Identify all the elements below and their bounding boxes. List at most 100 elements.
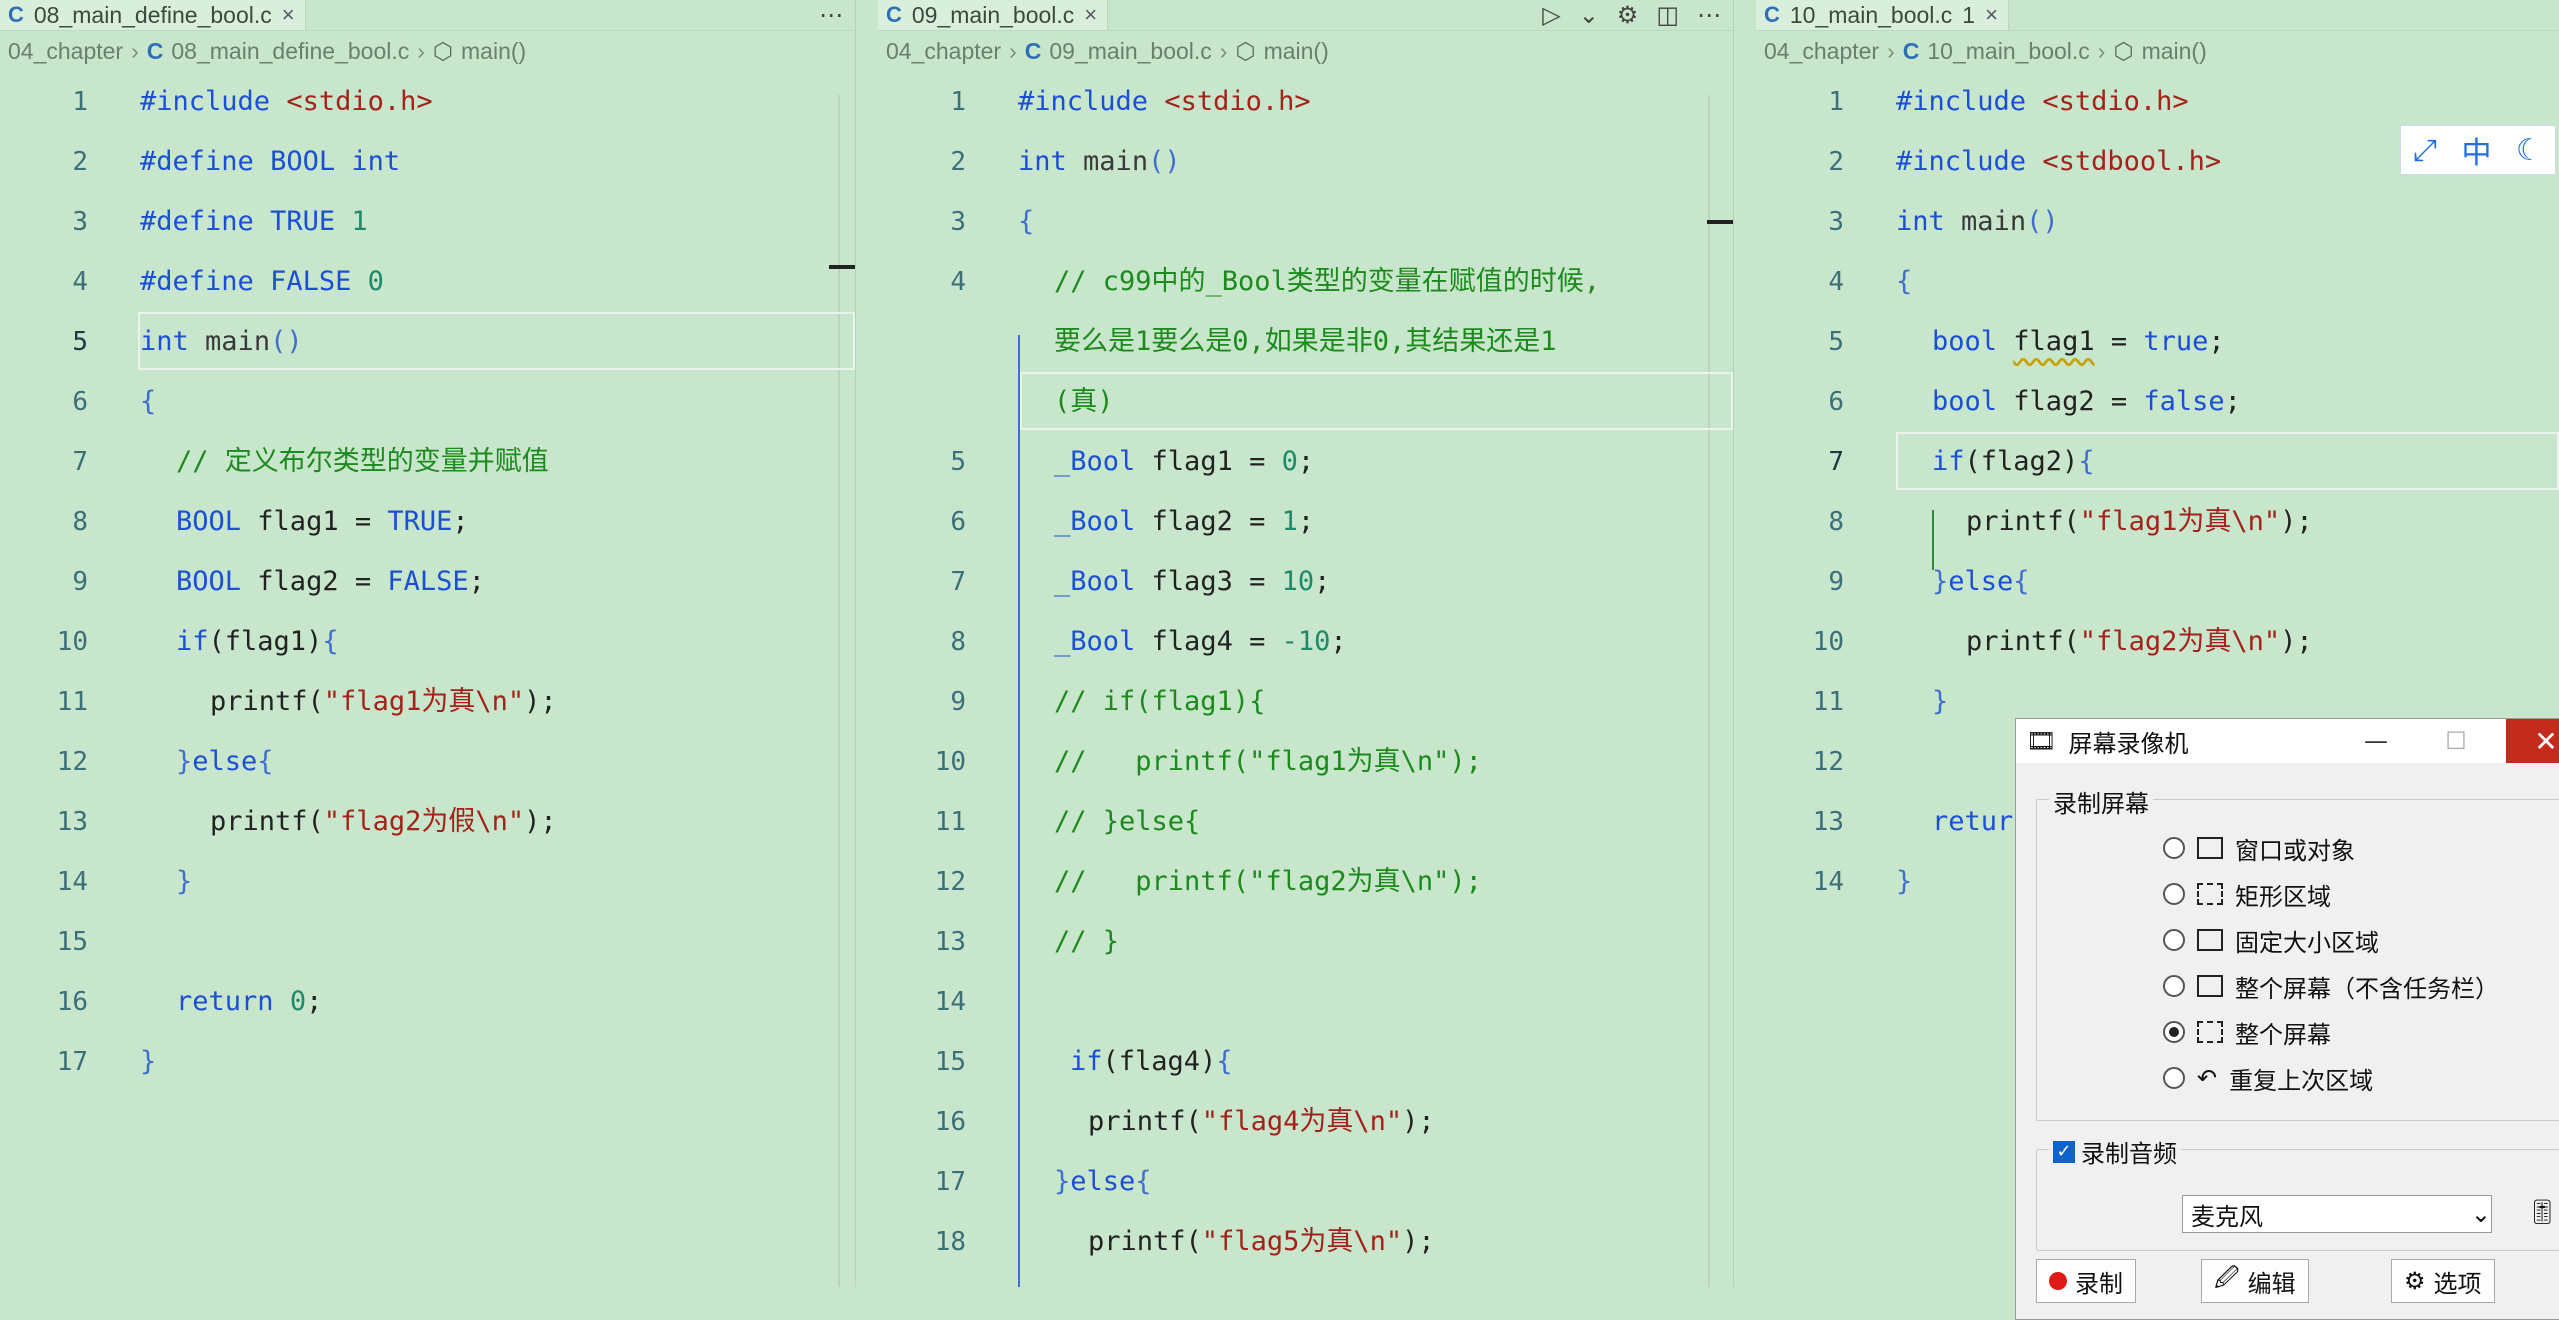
- screen-icon: [2197, 975, 2223, 997]
- breadcrumb-file[interactable]: 10_main_bool.c: [1927, 38, 2089, 65]
- code-line: 15 if(flag4){: [878, 1032, 1733, 1092]
- code-line: 12}else{: [0, 732, 855, 792]
- breadcrumb-folder[interactable]: 04_chapter: [886, 38, 1001, 65]
- line-number: 1: [1828, 87, 1844, 117]
- fixed-size-icon: [2197, 929, 2223, 951]
- line-number: 16: [934, 1107, 966, 1137]
- line-number: 11: [56, 687, 88, 717]
- breadcrumb-file[interactable]: 08_main_define_bool.c: [171, 38, 409, 65]
- minimize-button[interactable]: —: [2346, 719, 2406, 763]
- radio[interactable]: [2163, 883, 2185, 905]
- option-rect[interactable]: 矩形区域: [2163, 874, 2331, 914]
- option-fixed[interactable]: 固定大小区域: [2163, 920, 2379, 960]
- line-number: 5: [72, 327, 88, 357]
- line-number: 6: [950, 507, 966, 537]
- line-number: 10: [1812, 627, 1844, 657]
- code-line: 14: [878, 972, 1733, 1032]
- chevron-down-icon: ⌄: [2470, 1200, 2491, 1228]
- code-line: 8 printf("flag1为真\n");: [1756, 492, 2559, 552]
- code-line: 8 BOOL flag1 = TRUE;: [0, 492, 855, 552]
- code-line: 18 printf("flag5为真\n");: [878, 1212, 1733, 1272]
- options-button[interactable]: ⚙ 选项: [2391, 1259, 2495, 1303]
- ime-mode-indicator[interactable]: 中: [2462, 128, 2492, 172]
- edit-button[interactable]: 🖉 编辑: [2201, 1259, 2309, 1303]
- run-icon[interactable]: ▷: [1542, 1, 1560, 29]
- code-line: 7// 定义布尔类型的变量并赋值: [0, 432, 855, 492]
- breadcrumb-symbol[interactable]: main(): [461, 38, 526, 65]
- line-number: 9: [72, 567, 88, 597]
- code-line: 5 _Bool flag1 = 0;: [878, 432, 1733, 492]
- chevron-down-icon[interactable]: ⌄: [1579, 1, 1599, 29]
- chevron-right-icon: ›: [2097, 37, 2106, 64]
- mic-select[interactable]: 麦克风 ⌄: [2182, 1195, 2492, 1233]
- line-number: 6: [72, 387, 88, 417]
- record-button[interactable]: 录制: [2036, 1259, 2136, 1303]
- tab-08-main-define-bool[interactable]: C 08_main_define_bool.c ×: [0, 0, 306, 30]
- code-line: 3 #define TRUE 1: [0, 192, 855, 252]
- current-line-highlight: [1020, 372, 1733, 430]
- chevron-right-icon: ›: [1219, 37, 1228, 64]
- option-full-screen[interactable]: 整个屏幕: [2163, 1012, 2331, 1052]
- line-number: 14: [934, 987, 966, 1017]
- code-line: 7 _Bool flag3 = 10;: [878, 552, 1733, 612]
- audio-checkbox-row[interactable]: ✓ 录制音频: [2049, 1134, 2181, 1169]
- checkbox-checked[interactable]: ✓: [2053, 1140, 2075, 1163]
- tab-10-main-bool[interactable]: C 10_main_bool.c 1 ×: [1756, 0, 2009, 30]
- breadcrumb-symbol[interactable]: main(): [1264, 38, 1329, 65]
- line-number: 17: [56, 1047, 88, 1077]
- code-line: 6{: [0, 372, 855, 432]
- breadcrumb: 04_chapter › C 08_main_define_bool.c › ⬡…: [0, 31, 855, 71]
- option-screen-no-taskbar[interactable]: 整个屏幕（不含任务栏）: [2163, 966, 2499, 1006]
- code-line: 4{: [1756, 252, 2559, 312]
- code-editor[interactable]: 1 #include <stdio.h> 2 #define BOOL int 3 #…: [0, 72, 855, 1092]
- c-file-icon: C: [146, 37, 164, 64]
- maximize-button[interactable]: ☐: [2426, 719, 2486, 763]
- more-actions-icon[interactable]: ⋯: [1697, 1, 1721, 29]
- code-line: 6 bool flag2 = false;: [1756, 372, 2559, 432]
- tab-bar: C 08_main_define_bool.c × ⋯: [0, 0, 855, 31]
- line-number: 5: [1828, 327, 1844, 357]
- line-number: 2: [950, 147, 966, 177]
- line-number: 18: [934, 1227, 966, 1257]
- expand-icon[interactable]: ⤢: [2413, 133, 2437, 168]
- dialog-titlebar[interactable]: 🎞 屏幕录像机 — ☐ ✕: [2016, 719, 2559, 763]
- edit-icon: 🖉: [2214, 1263, 2240, 1292]
- breadcrumb-folder[interactable]: 04_chapter: [1764, 38, 1879, 65]
- radio[interactable]: [2163, 837, 2185, 859]
- breadcrumb-folder[interactable]: 04_chapter: [8, 38, 123, 65]
- code-line: 10 printf("flag2为真\n");: [1756, 612, 2559, 672]
- mic-settings-icon[interactable]: 🎚: [2527, 1198, 2557, 1226]
- moon-icon[interactable]: ☾: [2516, 133, 2543, 168]
- tab-09-main-bool[interactable]: C 09_main_bool.c ×: [878, 0, 1109, 30]
- line-number: 1: [72, 87, 88, 117]
- ime-toolbar[interactable]: ⤢ 中 ☾: [2400, 125, 2556, 175]
- breadcrumb-symbol[interactable]: main(): [2142, 38, 2207, 65]
- close-icon[interactable]: ×: [282, 2, 295, 28]
- breadcrumb-file[interactable]: 09_main_bool.c: [1049, 38, 1211, 65]
- line-number: 13: [56, 807, 88, 837]
- option-window[interactable]: 窗口或对象: [2163, 828, 2355, 868]
- gear-icon[interactable]: ⚙: [1617, 1, 1639, 29]
- code-line-active: 7 if(flag2){: [1756, 432, 2559, 492]
- line-number: 14: [1812, 867, 1844, 897]
- split-editor-icon[interactable]: ◫: [1656, 1, 1679, 29]
- close-icon[interactable]: ×: [1084, 2, 1097, 28]
- record-audio-group: ✓ 录制音频 麦克风 ⌄ 🎚: [2036, 1134, 2559, 1251]
- c-file-icon: C: [1902, 37, 1920, 64]
- more-actions-icon[interactable]: ⋯: [819, 1, 843, 29]
- symbol-method-icon: ⬡: [1235, 37, 1256, 64]
- line-number: 1: [950, 87, 966, 117]
- option-repeat-last[interactable]: ↶ 重复上次区域: [2163, 1058, 2373, 1098]
- radio-selected[interactable]: [2163, 1021, 2185, 1043]
- chevron-right-icon: ›: [1887, 37, 1895, 64]
- problem-count-badge: 1: [1962, 1, 1976, 28]
- close-icon[interactable]: ×: [1985, 2, 1998, 28]
- code-line: 5 bool flag1 = true;: [1756, 312, 2559, 372]
- close-button[interactable]: ✕: [2506, 719, 2559, 763]
- radio[interactable]: [2163, 929, 2185, 951]
- editor-pane-1: C 08_main_define_bool.c × ⋯ 04_chapter ›…: [0, 0, 856, 1287]
- code-editor[interactable]: 1 #include <stdio.h> 2 int main() 3{ 4// c…: [878, 72, 1733, 1272]
- breadcrumb: 04_chapter › C 09_main_bool.c › ⬡ main(): [878, 31, 1733, 71]
- radio[interactable]: [2163, 1067, 2185, 1089]
- radio[interactable]: [2163, 975, 2185, 997]
